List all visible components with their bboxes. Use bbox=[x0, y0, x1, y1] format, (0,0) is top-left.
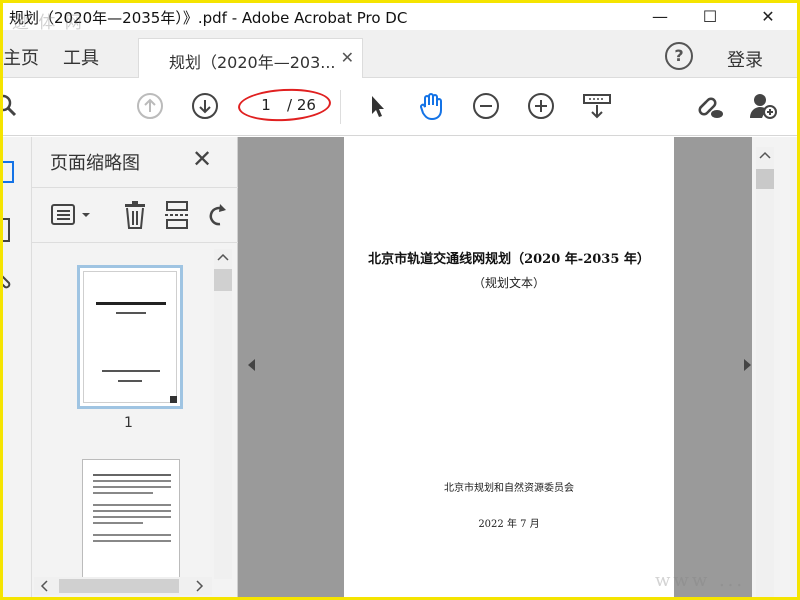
search-icon[interactable] bbox=[0, 90, 23, 122]
tab-bar: 主页 工具 规划（2020年—203... ✕ ? 登录 bbox=[3, 30, 797, 78]
attachment-icon[interactable] bbox=[0, 269, 13, 297]
thumbnail-horizontal-scrollbar[interactable] bbox=[34, 577, 212, 595]
thumbnail-vertical-scrollbar[interactable] bbox=[214, 249, 232, 579]
scroll-mode-icon[interactable] bbox=[581, 90, 613, 122]
thumbnail-page-1-label: 1 bbox=[124, 415, 133, 431]
tab-home[interactable]: 主页 bbox=[3, 44, 39, 70]
thumbnail-options-icon[interactable] bbox=[50, 202, 94, 232]
hand-tool-icon[interactable] bbox=[415, 90, 447, 122]
navigation-rail bbox=[0, 137, 32, 597]
expand-right-panel-icon[interactable] bbox=[744, 359, 751, 371]
thumbnail-scroll-thumb[interactable] bbox=[214, 269, 232, 291]
login-link[interactable]: 登录 bbox=[727, 46, 763, 72]
document-tab-close-icon[interactable]: ✕ bbox=[341, 48, 354, 67]
title-bar: 规划（2020年—2035年）》.pdf - Adobe Acrobat Pro… bbox=[3, 3, 797, 30]
panel-close-icon[interactable]: ✕ bbox=[192, 145, 212, 173]
panel-title: 页面缩略图 bbox=[50, 153, 140, 174]
document-title: 北京市轨道交通线网规划（2020 年-2035 年） bbox=[368, 252, 650, 267]
document-organization: 北京市规划和自然资源委员会 bbox=[444, 483, 574, 494]
bookmarks-icon[interactable] bbox=[0, 217, 13, 249]
maximize-button[interactable]: ☐ bbox=[687, 3, 733, 30]
minimize-button[interactable]: — bbox=[637, 3, 683, 30]
thumbnail-list: 1 bbox=[32, 247, 208, 579]
thumbnail-page-2[interactable] bbox=[82, 459, 180, 579]
document-scrollbar[interactable] bbox=[752, 137, 797, 597]
main-toolbar: 1 / 26 bbox=[0, 78, 797, 136]
previous-page-icon[interactable] bbox=[134, 90, 166, 122]
thumbnail-toolbar bbox=[32, 187, 238, 243]
tab-document[interactable]: 规划（2020年—203... ✕ bbox=[138, 38, 363, 78]
tab-tools[interactable]: 工具 bbox=[63, 44, 99, 70]
extract-pages-icon[interactable] bbox=[164, 200, 190, 234]
toolbar-divider bbox=[340, 90, 341, 124]
collapse-left-panel-icon[interactable] bbox=[248, 359, 255, 371]
delete-page-icon[interactable] bbox=[122, 200, 148, 234]
close-window-button[interactable]: ✕ bbox=[745, 3, 791, 30]
watermark-top: 逊 体 网 bbox=[12, 13, 84, 33]
add-user-icon[interactable] bbox=[747, 90, 779, 122]
document-page: 北京市轨道交通线网规划（2020 年-2035 年） （规划文本） 北京市规划和… bbox=[344, 137, 674, 597]
thumbnail-hscroll-thumb[interactable] bbox=[59, 579, 179, 593]
scroll-left-arrow-icon[interactable] bbox=[40, 580, 48, 592]
thumbnail-page-1[interactable] bbox=[77, 265, 183, 409]
page-thumbnails-panel: 页面缩略图 ✕ 1 bbox=[32, 137, 238, 597]
document-view[interactable]: 北京市轨道交通线网规划（2020 年-2035 年） （规划文本） 北京市规划和… bbox=[238, 137, 752, 597]
help-icon[interactable]: ? bbox=[665, 42, 693, 70]
thumbnail-page-1-image bbox=[83, 271, 177, 403]
document-scroll-up-icon[interactable] bbox=[759, 151, 771, 159]
share-link-icon[interactable] bbox=[693, 90, 725, 122]
zoom-in-icon[interactable] bbox=[525, 90, 557, 122]
document-scroll-track[interactable] bbox=[756, 147, 774, 597]
document-subtitle: （规划文本） bbox=[472, 276, 545, 290]
document-tab-label: 规划（2020年—203... bbox=[169, 53, 336, 72]
select-cursor-icon[interactable] bbox=[361, 90, 393, 122]
rotate-page-icon[interactable] bbox=[206, 200, 230, 234]
scroll-up-arrow-icon[interactable] bbox=[217, 253, 229, 261]
zoom-out-icon[interactable] bbox=[470, 90, 502, 122]
watermark-bottom: www ... com bbox=[655, 570, 746, 600]
scroll-right-arrow-icon[interactable] bbox=[196, 580, 204, 592]
document-scroll-thumb[interactable] bbox=[756, 169, 774, 189]
next-page-icon[interactable] bbox=[189, 90, 221, 122]
document-date: 2022 年 7 月 bbox=[478, 519, 540, 530]
page-thumbnails-icon[interactable] bbox=[0, 159, 17, 189]
